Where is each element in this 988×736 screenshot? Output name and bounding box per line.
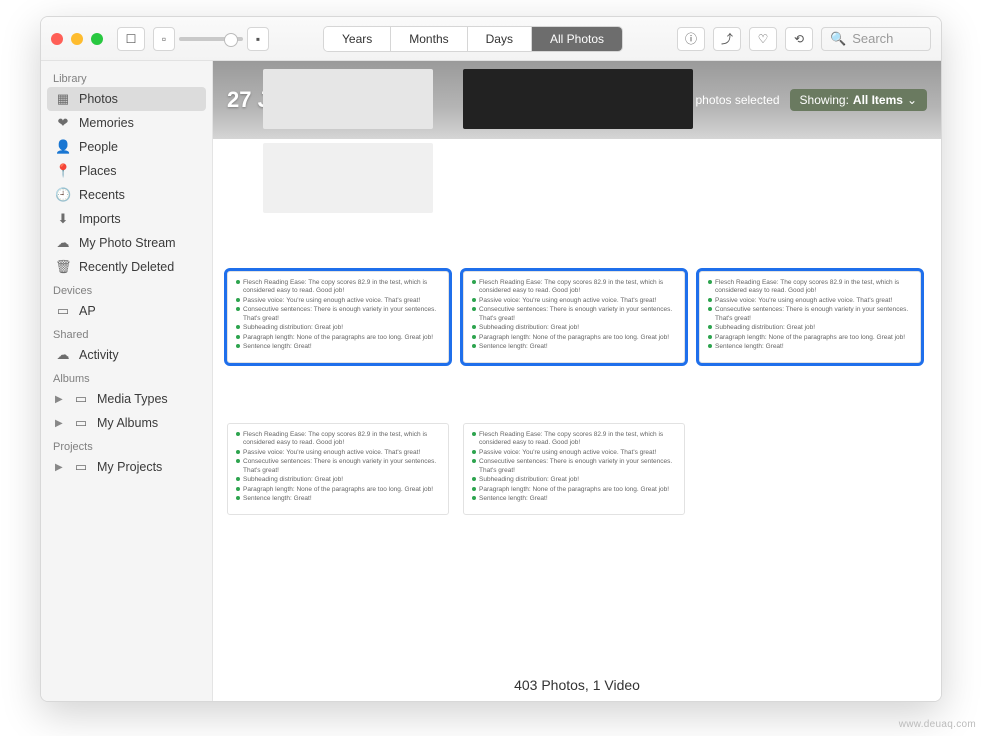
photo-thumbnail-selected[interactable]: Flesch Reading Ease: The copy scores 82.… (227, 271, 449, 363)
tab-days[interactable]: Days (468, 27, 532, 51)
tab-years[interactable]: Years (324, 27, 391, 51)
zoom-slider[interactable] (179, 37, 243, 41)
sidebar: Library ▦ Photos ❤ Memories 👤 People 📍 Place… (41, 61, 213, 701)
sidebar-item-label: Memories (79, 116, 134, 130)
disclosure-icon[interactable]: ▶ (55, 418, 65, 429)
favorite-button[interactable]: ♡ (749, 27, 777, 51)
summary-text: 403 Photos, 1 Video (514, 677, 640, 693)
sidebar-item-people[interactable]: 👤 People (41, 135, 212, 159)
sidebar-item-label: People (79, 140, 118, 154)
info-button[interactable]: ⓘ (677, 27, 705, 51)
device-icon: ▭ (55, 303, 71, 319)
sidebar-toggle-button[interactable]: ☐ (117, 27, 145, 51)
sidebar-item-my-albums[interactable]: ▶ ▭ My Albums (41, 411, 212, 435)
photos-app-window: ☐ ▫ ▪ Years Months Days All Photos ⓘ ⤴ ♡… (40, 16, 942, 702)
album-icon: ▭ (73, 391, 89, 407)
search-placeholder: Search (852, 31, 893, 46)
cloud-icon: ☁ (55, 235, 71, 251)
sidebar-item-photostream[interactable]: ☁ My Photo Stream (41, 231, 212, 255)
photo-thumbnail-selected[interactable]: Flesch Reading Ease: The copy scores 82.… (463, 271, 685, 363)
showing-filter[interactable]: Showing: All Items ⌄ (790, 89, 927, 111)
selection-count: 3 photos selected (685, 93, 779, 107)
titlebar: ☐ ▫ ▪ Years Months Days All Photos ⓘ ⤴ ♡… (41, 17, 941, 61)
sidebar-item-label: Places (79, 164, 117, 178)
close-button[interactable] (51, 33, 63, 45)
zoom-large-icon[interactable]: ▪ (247, 27, 269, 51)
photo-thumbnail[interactable]: Flesch Reading Ease: The copy scores 82.… (227, 423, 449, 515)
photo-grid[interactable]: Flesch Reading Ease: The copy scores 82.… (213, 261, 941, 669)
trash-icon: 🗑 (55, 259, 71, 275)
sidebar-item-label: Activity (79, 348, 119, 362)
sidebar-item-recently-deleted[interactable]: 🗑 Recently Deleted (41, 255, 212, 279)
watermark: www.deuaq.com (899, 719, 976, 730)
search-field[interactable]: 🔍 Search (821, 27, 931, 51)
recents-icon: 🕘 (55, 187, 71, 203)
sidebar-item-my-projects[interactable]: ▶ ▭ My Projects (41, 455, 212, 479)
content-area: 27 Jan 2020 3 photos selected Showing: A… (213, 61, 941, 701)
thumbnail-placeholder[interactable] (263, 69, 433, 129)
rotate-button[interactable]: ⟲ (785, 27, 813, 51)
tab-months[interactable]: Months (391, 27, 467, 51)
window-body: Library ▦ Photos ❤ Memories 👤 People 📍 Place… (41, 61, 941, 701)
photo-thumbnail[interactable]: Flesch Reading Ease: The copy scores 82.… (463, 423, 685, 515)
sidebar-item-photos[interactable]: ▦ Photos (47, 87, 206, 111)
window-controls (51, 33, 103, 45)
sidebar-item-label: Photos (79, 92, 118, 106)
sidebar-item-recents[interactable]: 🕘 Recents (41, 183, 212, 207)
sidebar-section-shared: Shared (41, 323, 212, 343)
sidebar-item-label: Media Types (97, 392, 168, 406)
zoom-small-icon[interactable]: ▫ (153, 27, 175, 51)
thumbnail-placeholder[interactable] (263, 143, 433, 213)
showing-label: Showing: (800, 93, 849, 107)
sidebar-item-label: My Photo Stream (79, 236, 176, 250)
photo-thumbnail-selected[interactable]: Flesch Reading Ease: The copy scores 82.… (699, 271, 921, 363)
cloud-icon: ☁ (55, 347, 71, 363)
fullscreen-button[interactable] (91, 33, 103, 45)
sidebar-item-label: Recently Deleted (79, 260, 174, 274)
photos-icon: ▦ (55, 91, 71, 107)
imports-icon: ⬇ (55, 211, 71, 227)
sidebar-item-memories[interactable]: ❤ Memories (41, 111, 212, 135)
grid-row: Flesch Reading Ease: The copy scores 82.… (227, 423, 927, 515)
sidebar-item-device-ap[interactable]: ▭ AP (41, 299, 212, 323)
sidebar-section-projects: Projects (41, 435, 212, 455)
sidebar-item-label: My Projects (97, 460, 162, 474)
view-segmented-control: Years Months Days All Photos (323, 26, 623, 52)
people-icon: 👤 (55, 139, 71, 155)
sidebar-item-label: Recents (79, 188, 125, 202)
share-button[interactable]: ⤴ (713, 27, 741, 51)
sidebar-item-label: Imports (79, 212, 121, 226)
sidebar-item-imports[interactable]: ⬇ Imports (41, 207, 212, 231)
sidebar-section-albums: Albums (41, 367, 212, 387)
sidebar-item-places[interactable]: 📍 Places (41, 159, 212, 183)
sidebar-item-activity[interactable]: ☁ Activity (41, 343, 212, 367)
chevron-down-icon: ⌄ (907, 93, 917, 107)
zoom-slider-group: ▫ ▪ (153, 27, 269, 51)
album-icon: ▭ (73, 415, 89, 431)
grid-row: Flesch Reading Ease: The copy scores 82.… (227, 271, 927, 363)
memories-icon: ❤ (55, 115, 71, 131)
places-icon: 📍 (55, 163, 71, 179)
showing-value: All Items (853, 93, 903, 107)
content-header: 27 Jan 2020 3 photos selected Showing: A… (213, 61, 941, 139)
sidebar-section-devices: Devices (41, 279, 212, 299)
minimize-button[interactable] (71, 33, 83, 45)
tab-all-photos[interactable]: All Photos (532, 27, 622, 51)
library-summary-footer: 403 Photos, 1 Video (213, 669, 941, 701)
search-icon: 🔍 (830, 31, 846, 47)
disclosure-icon[interactable]: ▶ (55, 394, 65, 405)
sidebar-item-media-types[interactable]: ▶ ▭ Media Types (41, 387, 212, 411)
disclosure-icon[interactable]: ▶ (55, 462, 65, 473)
sidebar-item-label: AP (79, 304, 96, 318)
video-thumbnail[interactable] (463, 69, 693, 129)
sidebar-item-label: My Albums (97, 416, 158, 430)
project-icon: ▭ (73, 459, 89, 475)
sidebar-section-library: Library (41, 67, 212, 87)
